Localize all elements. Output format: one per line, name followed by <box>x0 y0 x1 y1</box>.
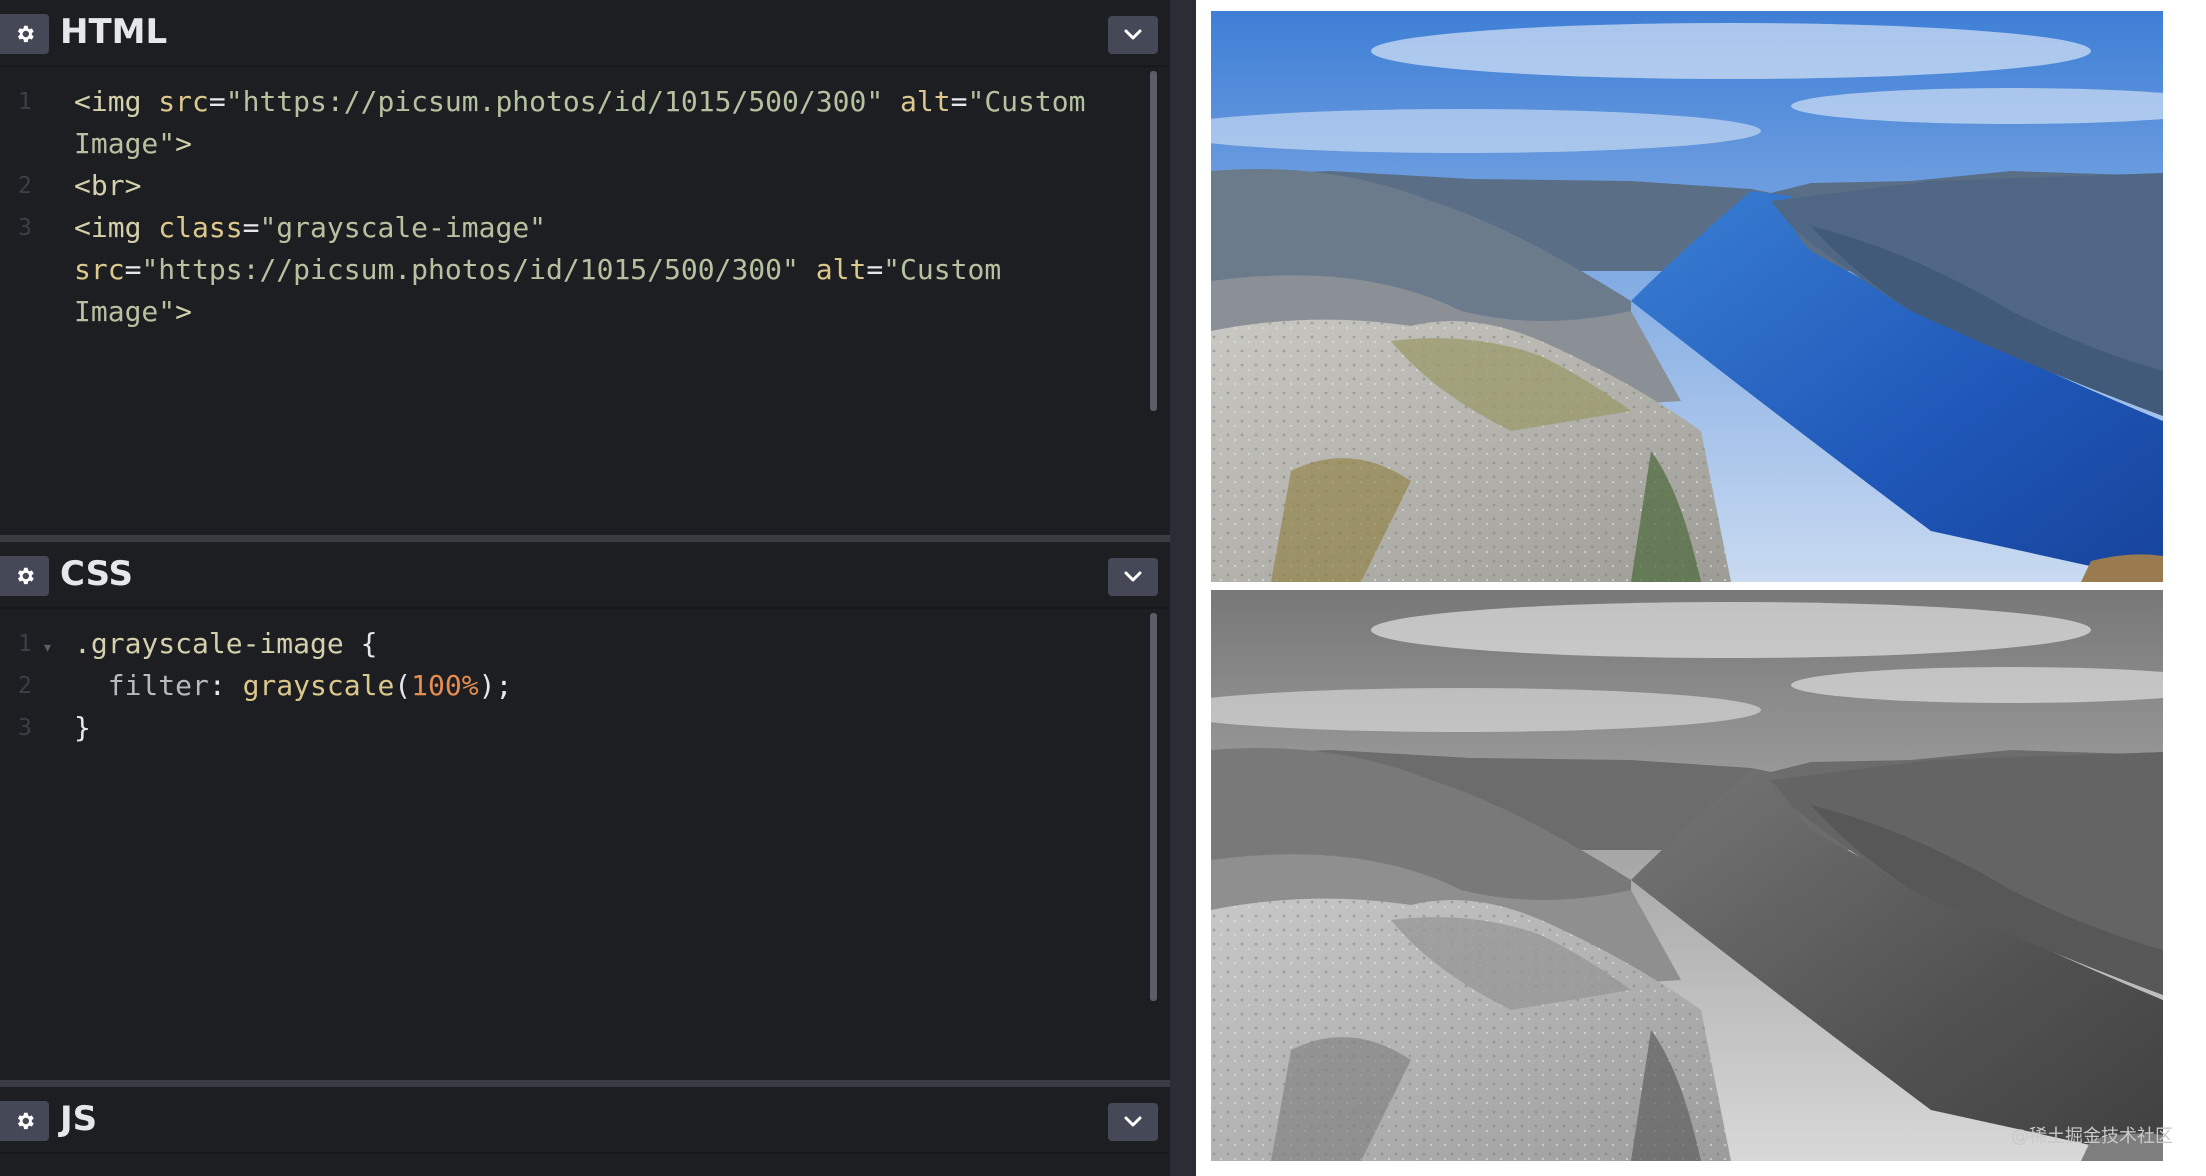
css-editor-scrollbar[interactable] <box>1150 613 1157 1001</box>
code-line: <img src="https://picsum.photos/id/1015/… <box>74 81 1085 123</box>
js-settings-button[interactable] <box>0 1101 49 1141</box>
chevron-down-icon <box>1124 1116 1142 1127</box>
code-line: <img class="grayscale-image" <box>74 207 546 249</box>
code-line: Image"> <box>74 123 192 165</box>
code-token: : <box>208 669 243 702</box>
code-token: "https://picsum.photos/id/1015/500/300" <box>141 253 816 286</box>
code-line: Image"> <box>74 291 192 333</box>
css-collapse-button[interactable] <box>1108 558 1158 596</box>
css-panel-header: CSS <box>0 542 1170 609</box>
code-token: > <box>175 127 193 160</box>
code-token: = <box>208 85 226 118</box>
code-line: .grayscale-image { <box>74 623 377 665</box>
css-settings-button[interactable] <box>0 556 49 596</box>
chevron-down-icon <box>1124 29 1142 40</box>
preview-image-grayscale <box>1211 590 2163 1161</box>
code-token: { <box>360 627 378 660</box>
code-line: <br> <box>74 165 141 207</box>
code-token: Image" <box>74 295 176 328</box>
fold-toggle-icon[interactable]: ▾ <box>44 639 51 656</box>
watermark: @稀土掘金技术社区 <box>2011 1126 2173 1147</box>
code-token: alt <box>900 85 951 118</box>
panel-divider[interactable] <box>0 535 1170 542</box>
chevron-down-icon <box>1124 571 1142 582</box>
code-token: grayscale <box>242 669 395 702</box>
code-token: = <box>866 253 884 286</box>
code-token: = <box>242 211 260 244</box>
code-token: class <box>158 211 243 244</box>
editor-column: HTML 1 <img src="https://picsum.photos/id… <box>0 0 1170 1176</box>
code-token: <img <box>74 211 159 244</box>
code-token: } <box>74 711 91 744</box>
html-editor-scrollbar[interactable] <box>1150 71 1157 411</box>
code-token: = <box>950 85 968 118</box>
line-number: 3 <box>18 215 32 241</box>
result-preview: @稀土掘金技术社区 <box>1196 0 2206 1176</box>
html-code-editor[interactable]: 1 <img src="https://picsum.photos/id/1015… <box>0 69 1170 533</box>
preview-image <box>1211 11 2163 582</box>
code-token: 100% <box>411 669 479 702</box>
code-token: = <box>124 253 142 286</box>
html-collapse-button[interactable] <box>1108 16 1158 54</box>
line-number: 2 <box>18 673 32 699</box>
css-panel-title: CSS <box>60 554 134 594</box>
code-token: Image" <box>74 127 176 160</box>
code-token: "Custom <box>967 85 1086 118</box>
html-editor-panel: HTML 1 <img src="https://picsum.photos/id… <box>0 0 1170 533</box>
js-editor-panel: JS <box>0 1087 1170 1176</box>
line-number: 3 <box>18 715 32 741</box>
js-panel-header: JS <box>0 1087 1170 1154</box>
code-token: "https://picsum.photos/id/1015/500/300" <box>225 85 901 118</box>
code-token: <img <box>74 85 159 118</box>
line-number: 1 <box>18 89 32 115</box>
fjord-image <box>1211 11 2163 582</box>
code-token: filter <box>74 669 209 702</box>
code-token: src <box>158 85 209 118</box>
code-line: filter: grayscale(100%); <box>74 665 513 707</box>
code-line: src="https://picsum.photos/id/1015/500/3… <box>74 249 1001 291</box>
fjord-image-grayscale <box>1211 590 2163 1161</box>
gear-icon <box>17 567 34 585</box>
css-code-editor[interactable]: 1 ▾ .grayscale-image {2 filter: grayscale(… <box>0 611 1170 1080</box>
js-panel-title: JS <box>60 1099 98 1139</box>
code-token: ( <box>394 669 412 702</box>
html-panel-title: HTML <box>60 12 168 52</box>
code-token: src <box>74 253 125 286</box>
line-number: 2 <box>18 173 32 199</box>
code-token: alt <box>815 253 867 286</box>
code-token: > <box>175 295 193 328</box>
line-number: 1 <box>18 631 32 657</box>
html-settings-button[interactable] <box>0 14 49 54</box>
gear-icon <box>17 25 34 43</box>
code-token: .grayscale-image <box>74 627 361 660</box>
gear-icon <box>17 1112 34 1130</box>
code-token: "grayscale-image" <box>259 211 547 244</box>
code-token: ); <box>478 669 513 702</box>
code-line: } <box>74 707 91 749</box>
html-panel-header: HTML <box>0 0 1170 67</box>
pane-resizer[interactable] <box>1170 0 1196 1176</box>
panel-divider[interactable] <box>0 1080 1170 1087</box>
js-collapse-button[interactable] <box>1108 1103 1158 1141</box>
code-token: "Custom <box>883 253 1002 286</box>
css-editor-panel: CSS 1 ▾ .grayscale-image {2 filter: graysc… <box>0 542 1170 1080</box>
code-token: <br> <box>74 169 142 202</box>
